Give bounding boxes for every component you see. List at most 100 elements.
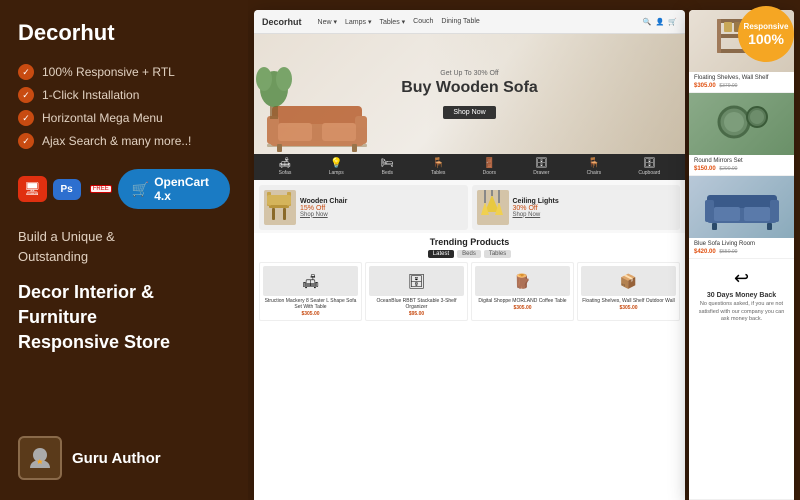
cat-tables[interactable]: 🪑 Tables: [431, 158, 445, 176]
store-brand: Decorhut: [262, 17, 302, 27]
cat-label: Lamps: [329, 170, 344, 176]
badge-ps: Ps: [53, 179, 81, 200]
nav-tables[interactable]: Tables ▾: [379, 18, 405, 26]
side-text-shelf: Floating Shelves, Wall Shelf $305.00 $37…: [689, 72, 794, 92]
responsive-percent: 100%: [748, 32, 784, 46]
product-name-1: OceanBlue RBBT Stackable 3-Shelf Organiz…: [369, 298, 464, 310]
side-item-sofa-blue: Blue Sofa Living Room $420.00 $550.00: [689, 176, 794, 259]
money-back-title: 30 Days Money Back: [707, 292, 776, 299]
avatar: [18, 436, 62, 480]
category-row: 🛋 Sofas 💡 Lamps 🛏 Beds 🪑 Tables 🚪 Doors …: [254, 154, 685, 180]
side-text-sofa: Blue Sofa Living Room $420.00 $550.00: [689, 238, 794, 258]
account-icon[interactable]: 👤: [656, 18, 665, 26]
promo-chair-img: [264, 190, 296, 225]
cat-label: Beds: [382, 170, 393, 176]
product-card-0: 🛋 Struction Mackery 8 Seater L Shape Sof…: [259, 262, 362, 321]
check-icon: ✓: [18, 64, 34, 80]
product-name-0: Struction Mackery 8 Seater L Shape Sofa …: [263, 298, 358, 310]
monitor-icon: 🖥: [24, 181, 41, 197]
product-name-3: Floating Shelves, Wall Shelf Outdoor Wal…: [582, 298, 674, 304]
feature-item: ✓ 1-Click Installation: [18, 87, 230, 103]
feature-item: ✓ Ajax Search & many more..!: [18, 133, 230, 149]
tab-latest[interactable]: Latest: [428, 250, 454, 258]
side-old-price-sofa: $550.00: [719, 249, 737, 255]
cat-sofas[interactable]: 🛋 Sofas: [279, 158, 292, 176]
beds-icon: 🛏: [381, 158, 394, 169]
browser-side: Floating Shelves, Wall Shelf $305.00 $37…: [689, 10, 794, 500]
browser-bar: Decorhut New ▾ Lamps ▾ Tables ▾ Couch Di…: [254, 10, 685, 34]
hero-subtitle: Get Up To 30% Off: [401, 70, 538, 77]
plant-illustration: [254, 44, 294, 124]
side-price-mirrors: $150.00: [694, 166, 716, 172]
lamps-icon: 💡: [330, 158, 342, 169]
product-price-1: $95.00: [409, 311, 424, 317]
side-item-mirrors: Round Mirrors Set $150.00 $200.00: [689, 93, 794, 176]
promo-card-lights: Ceiling Lights 30% Off Shop Now: [472, 185, 681, 230]
product-card-2: 🪵 Digital Shoppe MORLAND Coffee Table $3…: [471, 262, 574, 321]
search-icon[interactable]: 🔍: [643, 18, 652, 26]
right-panel: Decorhut New ▾ Lamps ▾ Tables ▾ Couch Di…: [248, 0, 800, 500]
chairs-icon: 🪑: [588, 158, 600, 169]
cart-icon[interactable]: 🛒: [668, 18, 677, 26]
hero-title: Buy Wooden Sofa: [401, 79, 538, 97]
products-row: 🛋 Struction Mackery 8 Seater L Shape Sof…: [259, 262, 680, 321]
check-icon: ✓: [18, 133, 34, 149]
doors-icon: 🚪: [483, 158, 495, 169]
author-name: Guru Author: [72, 450, 161, 467]
brand-title: Decorhut: [18, 20, 230, 46]
nav-dining[interactable]: Dining Table: [441, 18, 479, 26]
side-title-mirrors: Round Mirrors Set: [694, 158, 789, 164]
tab-beds[interactable]: Beds: [457, 250, 481, 258]
money-back-desc: No questions asked, if you are not satis…: [696, 301, 787, 324]
product-img-0: 🛋: [263, 266, 358, 296]
tables-icon: 🪑: [432, 158, 444, 169]
tab-tables[interactable]: Tables: [484, 250, 511, 258]
cat-beds[interactable]: 🛏 Beds: [381, 158, 394, 176]
trending-section: Trending Products Latest Beds Tables 🛋 S…: [254, 233, 685, 325]
badge-opencart: 🛒 OpenCart 4.x: [118, 169, 230, 209]
left-panel: Decorhut ✓ 100% Responsive + RTL ✓ 1-Cli…: [0, 0, 248, 500]
side-text-mirrors: Round Mirrors Set $150.00 $200.00: [689, 155, 794, 175]
hero-section: Get Up To 30% Off Buy Wooden Sofa Shop N…: [254, 34, 685, 154]
promo-lights-img: [477, 190, 509, 225]
free-badge: FREE: [90, 185, 112, 193]
sofas-icon: 🛋: [279, 158, 292, 169]
shop-now-button[interactable]: Shop Now: [443, 106, 495, 119]
hero-text-block: Get Up To 30% Off Buy Wooden Sofa Shop N…: [401, 70, 538, 119]
side-img-mirrors: [689, 93, 794, 155]
nav-lamps[interactable]: Lamps ▾: [345, 18, 371, 26]
side-img-sofa: [689, 176, 794, 238]
cat-chairs[interactable]: 🪑 Chairs: [587, 158, 601, 176]
side-price-sofa: $420.00: [694, 249, 716, 255]
features-list: ✓ 100% Responsive + RTL ✓ 1-Click Instal…: [18, 64, 230, 149]
trending-tabs: Latest Beds Tables: [259, 250, 680, 258]
trending-title: Trending Products: [259, 237, 680, 247]
side-title-sofa: Blue Sofa Living Room: [694, 241, 789, 247]
check-icon: ✓: [18, 110, 34, 126]
promo-chair-text: Wooden Chair 15% Off Shop Now: [300, 198, 347, 218]
drawer-icon: 🗄: [535, 158, 548, 169]
product-img-3: 📦: [581, 266, 676, 296]
cat-lamps[interactable]: 💡 Lamps: [329, 158, 344, 176]
cat-drawer[interactable]: 🗄 Drawer: [533, 158, 549, 176]
browser-main: Decorhut New ▾ Lamps ▾ Tables ▾ Couch Di…: [254, 10, 685, 500]
side-title-shelf: Floating Shelves, Wall Shelf: [694, 75, 789, 81]
cat-doors[interactable]: 🚪 Doors: [483, 158, 496, 176]
nav-couch[interactable]: Couch: [413, 18, 433, 26]
tech-badges: 🖥 Ps FREE 🛒 OpenCart 4.x: [18, 169, 230, 209]
cupboard-icon: 🗄: [643, 158, 656, 169]
promo-row: Wooden Chair 15% Off Shop Now: [254, 180, 685, 233]
badge-monitor: 🖥: [18, 176, 47, 202]
cat-label: Doors: [483, 170, 496, 176]
nav-new[interactable]: New ▾: [318, 18, 337, 26]
responsive-badge: Responsive 100%: [738, 6, 794, 62]
cat-cupboard[interactable]: 🗄 Cupboard: [638, 158, 660, 176]
product-name-2: Digital Shoppe MORLAND Coffee Table: [478, 298, 566, 304]
main-description: Decor Interior &FurnitureResponsive Stor…: [18, 280, 230, 356]
author-section: Guru Author: [18, 436, 230, 480]
side-item-money-back: ↩ 30 Days Money Back No questions asked,…: [689, 259, 794, 500]
cat-label: Drawer: [533, 170, 549, 176]
feature-item: ✓ 100% Responsive + RTL: [18, 64, 230, 80]
money-back-content: ↩ 30 Days Money Back No questions asked,…: [694, 264, 789, 328]
product-price-0: $305.00: [301, 311, 319, 317]
